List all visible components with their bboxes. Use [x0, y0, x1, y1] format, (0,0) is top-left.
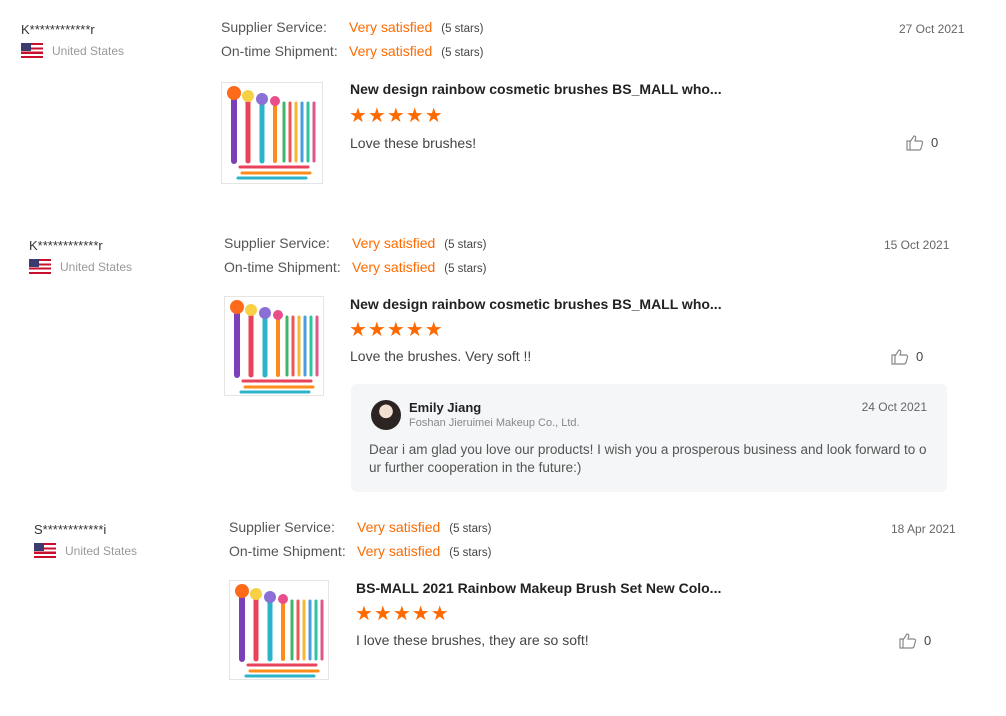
- supplier-service-label: Supplier Service:: [224, 235, 330, 251]
- review-comment: Love the brushes. Very soft !!: [350, 348, 532, 364]
- supplier-service-label: Supplier Service:: [229, 519, 335, 535]
- shipment-label: On-time Shipment:: [229, 543, 346, 559]
- brush-set-image: [230, 300, 319, 394]
- review-comment: I love these brushes, they are so soft!: [356, 632, 589, 648]
- reviewer-country: United States: [34, 543, 137, 558]
- shipment-label: On-time Shipment:: [224, 259, 341, 275]
- review-date: 15 Oct 2021: [884, 238, 950, 252]
- supplier-service-value: Very satisfied: [352, 235, 436, 251]
- reviewer-name: K************r: [29, 238, 103, 253]
- supplier-service-stars: (5 stars): [441, 23, 484, 35]
- like-count: 0: [924, 633, 932, 648]
- supplier-ratings: Supplier Service: Very satisfied (5 stars)…: [224, 235, 486, 283]
- reviewer-name: K************r: [21, 22, 95, 37]
- product-thumbnail[interactable]: [224, 296, 324, 396]
- product-thumbnail[interactable]: [221, 82, 323, 184]
- country-label: United States: [65, 543, 138, 558]
- star-rating: ★★★★★: [349, 319, 444, 341]
- review-comment: Love these brushes!: [350, 135, 477, 151]
- supplier-service-value: Very satisfied: [349, 19, 433, 35]
- country-label: United States: [52, 43, 125, 58]
- review-date: 18 Apr 2021: [891, 522, 956, 536]
- reply-text: Dear i am glad you love our products! I …: [369, 442, 927, 475]
- supplier-service-value: Very satisfied: [357, 519, 441, 535]
- reviewer-name: S************i: [34, 522, 107, 537]
- reviewer-info: K************r United States: [29, 238, 132, 274]
- shipment-value: Very satisfied: [349, 43, 433, 59]
- reply-date: 24 Oct 2021: [861, 400, 927, 414]
- country-label: United States: [60, 259, 133, 274]
- shipment-value: Very satisfied: [357, 543, 441, 559]
- review-date: 27 Oct 2021: [899, 22, 965, 36]
- reviewer-info: S************i United States: [34, 522, 137, 558]
- supplier-ratings: Supplier Service: Very satisfied (5 stars)…: [229, 519, 491, 567]
- shipment-label: On-time Shipment:: [221, 43, 338, 59]
- like-count: 0: [916, 349, 924, 364]
- us-flag-icon: [21, 43, 43, 58]
- like-button[interactable]: 0: [891, 348, 923, 365]
- shipment-stars: (5 stars): [444, 263, 487, 275]
- supplier-reply: Emily Jiang Foshan Jieruimei Makeup Co.,…: [351, 384, 947, 492]
- shipment-stars: (5 stars): [441, 47, 484, 59]
- us-flag-icon: [34, 543, 56, 558]
- us-flag-icon: [29, 259, 51, 274]
- reply-author-name: Emily Jiang: [409, 400, 482, 415]
- like-button[interactable]: 0: [899, 632, 931, 649]
- supplier-service-stars: (5 stars): [449, 523, 492, 535]
- reviewer-country: United States: [21, 43, 124, 58]
- reviewer-info: K************r United States: [21, 22, 124, 58]
- brush-set-image: [235, 584, 324, 678]
- supplier-service-label: Supplier Service:: [221, 19, 327, 35]
- avatar: [371, 400, 401, 430]
- product-title-link[interactable]: BS-MALL 2021 Rainbow Makeup Brush Set Ne…: [356, 580, 721, 596]
- product-thumbnail[interactable]: [229, 580, 329, 680]
- product-title-link[interactable]: New design rainbow cosmetic brushes BS_M…: [350, 296, 722, 312]
- star-rating: ★★★★★: [355, 603, 450, 625]
- product-title-link[interactable]: New design rainbow cosmetic brushes BS_M…: [350, 81, 722, 97]
- like-button[interactable]: 0: [906, 134, 938, 151]
- thumbs-up-icon: [906, 135, 924, 151]
- thumbs-up-icon: [899, 633, 917, 649]
- supplier-service-stars: (5 stars): [444, 239, 487, 251]
- reply-company: Foshan Jieruimei Makeup Co., Ltd.: [409, 417, 580, 429]
- supplier-ratings: Supplier Service: Very satisfied (5 stars)…: [221, 19, 483, 67]
- shipment-stars: (5 stars): [449, 547, 492, 559]
- star-rating: ★★★★★: [349, 105, 444, 127]
- like-count: 0: [931, 135, 939, 150]
- thumbs-up-icon: [891, 349, 909, 365]
- reviewer-country: United States: [29, 259, 132, 274]
- shipment-value: Very satisfied: [352, 259, 436, 275]
- brush-set-image: [227, 86, 316, 180]
